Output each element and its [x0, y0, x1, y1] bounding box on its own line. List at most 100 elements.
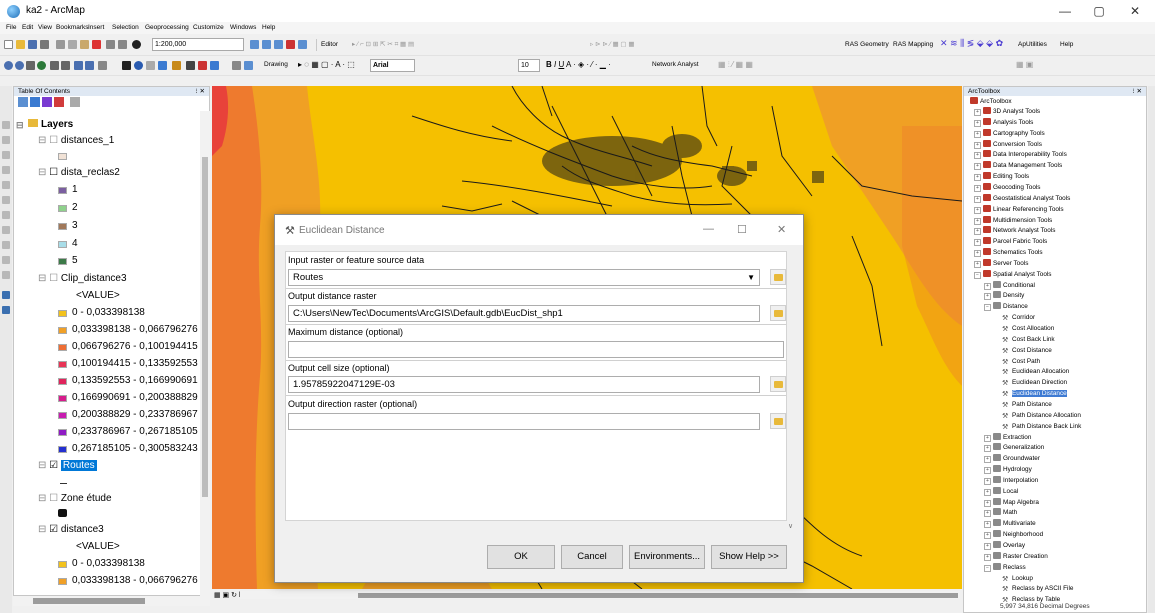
- drawing-tools-icons[interactable]: ▸ ◌ ▦ ▢ · A · ⬚: [298, 59, 355, 71]
- expand-icon[interactable]: +: [984, 543, 991, 550]
- checkbox-checked[interactable]: ☑: [49, 460, 58, 471]
- toolbox-item[interactable]: + Multidimension Tools: [974, 215, 1052, 226]
- expand-icon[interactable]: +: [974, 195, 981, 203]
- settings-dock-icon[interactable]: [2, 271, 10, 279]
- map-horizontal-scrollbar[interactable]: [240, 591, 960, 599]
- expand-icon[interactable]: +: [984, 282, 991, 290]
- new-document-icon[interactable]: [4, 40, 13, 49]
- expand-icon[interactable]: +: [984, 293, 991, 301]
- redo-icon[interactable]: [118, 40, 127, 49]
- fixed-zoom-in-icon[interactable]: [50, 61, 59, 70]
- dialog-maximize-button[interactable]: ☐: [737, 223, 747, 236]
- toolbox-item[interactable]: + Conversion Tools: [974, 139, 1042, 150]
- ok-button[interactable]: OK: [487, 545, 555, 569]
- expand-icon[interactable]: +: [984, 434, 991, 442]
- cancel-button[interactable]: Cancel: [561, 545, 623, 569]
- toolbox-item[interactable]: ⚒ Path Distance: [1002, 400, 1052, 410]
- expand-icon[interactable]: +: [974, 119, 981, 127]
- menu-view[interactable]: View: [38, 24, 52, 31]
- search-dock-icon[interactable]: [2, 136, 10, 144]
- layers-root[interactable]: ⊟ Layers: [16, 119, 73, 130]
- cut-icon[interactable]: [56, 40, 65, 49]
- toolbox-item[interactable]: + Groundwater: [984, 454, 1040, 464]
- ras-tools-icons[interactable]: ✕ ≋ ⫼ ≶ ⬙ ⬙ ✿: [940, 37, 1003, 49]
- toolbox-item[interactable]: ⚒ Lookup: [1002, 574, 1033, 584]
- dialog-title-bar[interactable]: ⚒ Euclidean Distance — ☐ ✕: [275, 215, 803, 245]
- zoom-in-icon[interactable]: [4, 61, 13, 70]
- direction-browse-folder-icon[interactable]: [770, 413, 786, 429]
- panel-dock-icon[interactable]: [2, 226, 10, 234]
- toolbox-item[interactable]: + Linear Referencing Tools: [974, 204, 1064, 215]
- scale-dropdown[interactable]: 1:200,000: [152, 38, 244, 51]
- menu-windows[interactable]: Windows: [230, 24, 256, 31]
- expand-icon[interactable]: −: [984, 564, 991, 572]
- environments-button[interactable]: Environments...: [629, 545, 705, 569]
- expand-icon[interactable]: −: [984, 304, 991, 312]
- print-icon[interactable]: [40, 40, 49, 49]
- collapse-icon[interactable]: ⊟: [38, 273, 46, 284]
- toolbox-item[interactable]: ⚒ Cost Back Link: [1002, 335, 1055, 345]
- undo-icon[interactable]: [106, 40, 115, 49]
- toolbox-item[interactable]: ⚒ Euclidean Distance: [1002, 389, 1067, 399]
- editor-menu[interactable]: Editor: [321, 39, 338, 51]
- expand-icon[interactable]: +: [984, 532, 991, 540]
- layer-zone-etude[interactable]: ⊟ ☐ Zone étude: [38, 493, 112, 504]
- table-dock-icon[interactable]: [2, 181, 10, 189]
- toolbox-item[interactable]: ⚒ Cost Distance: [1002, 346, 1052, 356]
- expand-icon[interactable]: +: [974, 184, 981, 192]
- ras-geometry-menu[interactable]: RAS Geometry: [845, 39, 889, 51]
- editor-toolbar-icon[interactable]: [250, 40, 259, 49]
- data-view-icon[interactable]: [244, 61, 253, 70]
- expand-icon[interactable]: +: [974, 152, 981, 160]
- back-extent-icon[interactable]: [74, 61, 83, 70]
- catalog-dock-icon[interactable]: [2, 121, 10, 129]
- find-icon[interactable]: [186, 61, 195, 70]
- drawing-menu[interactable]: Drawing: [264, 59, 288, 71]
- menu-insert[interactable]: Insert: [88, 24, 104, 31]
- toolbox-item[interactable]: + Data Management Tools: [974, 161, 1062, 171]
- toc-hscroll-thumb[interactable]: [33, 598, 145, 604]
- text-format-tools[interactable]: B I U A · ◈ · ⁄ · ▁ ·: [546, 59, 611, 71]
- font-size-dropdown[interactable]: 10: [518, 59, 540, 72]
- toolbox-item[interactable]: + Density: [984, 291, 1024, 301]
- pan-icon[interactable]: [26, 61, 35, 70]
- checkbox-checked[interactable]: ☑: [49, 524, 58, 535]
- minimize-button[interactable]: —: [1050, 3, 1080, 19]
- expand-icon[interactable]: +: [984, 477, 991, 485]
- list-by-selection-icon[interactable]: [54, 97, 64, 107]
- list-by-drawing-order-icon[interactable]: [18, 97, 28, 107]
- list-by-source-icon[interactable]: [30, 97, 40, 107]
- add-data-icon[interactable]: [132, 40, 141, 49]
- input-data-dropdown[interactable]: Routes ▼: [288, 269, 760, 286]
- checkbox-unchecked[interactable]: ☐: [49, 167, 58, 178]
- menu-edit[interactable]: Edit: [22, 24, 33, 31]
- toolbox-item[interactable]: + Local: [984, 486, 1018, 497]
- toolbox-item[interactable]: + Analysis Tools: [974, 117, 1033, 128]
- open-folder-icon[interactable]: [16, 40, 25, 49]
- expand-icon[interactable]: +: [984, 553, 991, 561]
- checkbox-unchecked[interactable]: ☐: [49, 273, 58, 284]
- output-raster-field[interactable]: C:\Users\NewTec\Documents\ArcGIS\Default…: [288, 305, 760, 322]
- ras-mapping-menu[interactable]: RAS Mapping: [893, 39, 933, 51]
- toolbox-item[interactable]: + Raster Creation: [984, 551, 1048, 562]
- menu-selection[interactable]: Selection: [112, 24, 139, 31]
- python-icon[interactable]: [298, 40, 307, 49]
- list-dock-icon[interactable]: [2, 241, 10, 249]
- model-dock-icon[interactable]: [2, 306, 10, 314]
- results-dock-icon[interactable]: [2, 151, 10, 159]
- expand-icon[interactable]: +: [974, 250, 981, 258]
- expand-icon[interactable]: +: [984, 467, 991, 475]
- expand-icon[interactable]: −: [974, 271, 981, 279]
- toc-vertical-scrollbar[interactable]: [200, 111, 210, 597]
- layer-distances-1[interactable]: ⊟ ☐ distances_1: [38, 135, 114, 146]
- zoom-out-icon[interactable]: [15, 61, 24, 70]
- copy-icon[interactable]: [68, 40, 77, 49]
- catalog-icon[interactable]: [274, 40, 283, 49]
- toolbox-item[interactable]: + Extraction: [984, 432, 1031, 443]
- toolbox-item[interactable]: + Server Tools: [974, 258, 1028, 269]
- hyperlink-icon[interactable]: [158, 61, 167, 70]
- toolbox-item[interactable]: + Multivariate: [984, 519, 1036, 529]
- toolbox-item[interactable]: ⚒ Euclidean Direction: [1002, 378, 1067, 388]
- toc-horizontal-scrollbar[interactable]: [13, 596, 210, 606]
- delete-icon[interactable]: [92, 40, 101, 49]
